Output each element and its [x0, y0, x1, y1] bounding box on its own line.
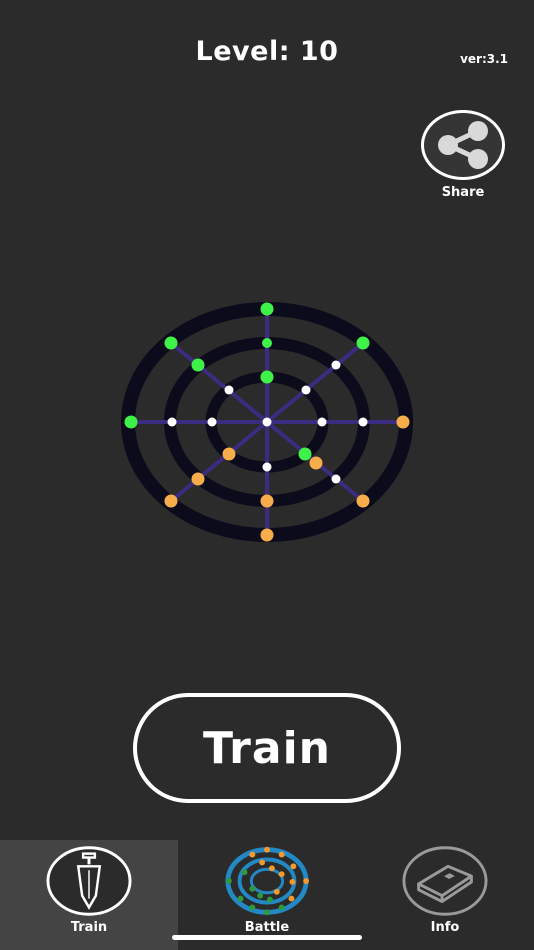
- node-empty: [331, 474, 341, 484]
- piece-orange: [356, 494, 370, 508]
- tab-battle[interactable]: Battle: [178, 840, 356, 950]
- node-empty: [262, 417, 272, 427]
- piece-green: [124, 415, 138, 429]
- node-empty: [207, 417, 217, 427]
- tab-info[interactable]: Info: [356, 840, 534, 950]
- node-empty: [167, 417, 177, 427]
- book-icon: [402, 846, 488, 916]
- board-icon: [225, 846, 310, 916]
- node-empty: [317, 417, 327, 427]
- node-empty: [224, 385, 234, 395]
- node-empty: [262, 462, 272, 472]
- tab-battle-label: Battle: [244, 920, 290, 935]
- level-title: Level: 10: [195, 36, 339, 67]
- version-label: ver:3.1: [460, 52, 508, 66]
- node-empty: [358, 417, 368, 427]
- piece-green: [164, 336, 178, 350]
- piece-green: [298, 447, 312, 461]
- piece-orange: [222, 447, 236, 461]
- piece-green: [260, 302, 274, 316]
- home-indicator[interactable]: [172, 935, 362, 940]
- sword-icon: [46, 846, 132, 916]
- piece-orange: [260, 494, 274, 508]
- piece-green: [262, 338, 272, 348]
- tab-info-label: Info: [430, 920, 460, 935]
- piece-green: [260, 370, 274, 384]
- piece-orange: [164, 494, 178, 508]
- piece-green: [356, 336, 370, 350]
- piece-orange: [396, 415, 410, 429]
- share-label: Share: [441, 185, 485, 200]
- node-empty: [331, 360, 341, 370]
- tab-train[interactable]: Train: [0, 840, 178, 950]
- tab-bar: Train Battle Info: [0, 840, 534, 950]
- node-empty: [301, 385, 311, 395]
- share-icon: [438, 121, 488, 169]
- game-screen: Level: 10 ver:3.1 Share Train Train Batt…: [0, 0, 534, 950]
- game-board[interactable]: [116, 298, 418, 546]
- piece-orange: [309, 456, 323, 470]
- piece-orange: [191, 472, 205, 486]
- piece-orange: [260, 528, 274, 542]
- share-control[interactable]: Share: [418, 110, 508, 200]
- piece-green: [191, 358, 205, 372]
- train-button[interactable]: Train: [133, 693, 401, 803]
- tab-train-label: Train: [70, 920, 108, 935]
- share-button[interactable]: [421, 110, 505, 180]
